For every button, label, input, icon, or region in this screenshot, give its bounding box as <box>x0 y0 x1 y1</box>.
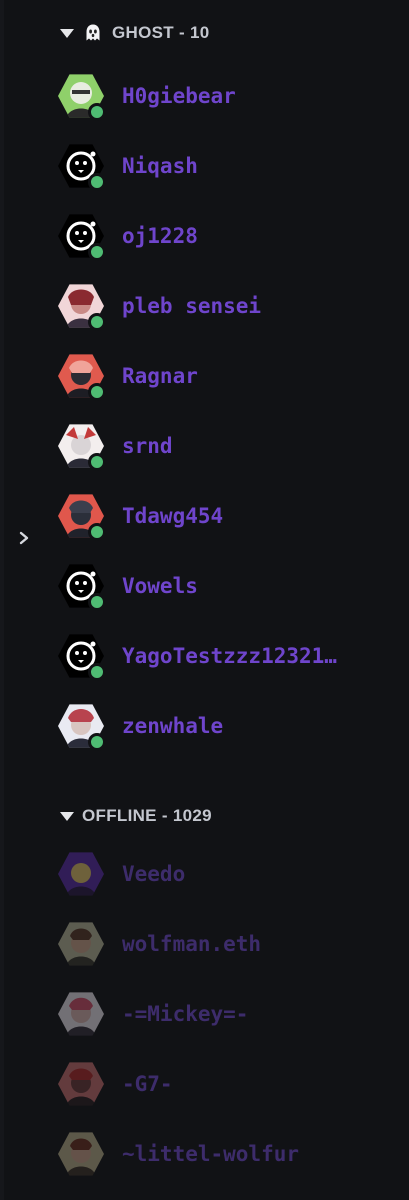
panel-divider <box>0 0 4 1200</box>
avatar <box>58 493 106 541</box>
avatar <box>58 213 106 261</box>
member-item[interactable]: srnd <box>58 418 398 474</box>
online-status-dot <box>88 733 106 751</box>
member-name: pleb sensei <box>122 294 262 318</box>
expand-chevron-icon[interactable] <box>14 528 34 548</box>
member-item[interactable]: wolfman.eth <box>58 916 398 972</box>
member-name: -=Mickey=- <box>122 1002 249 1026</box>
avatar <box>58 423 106 471</box>
member-name: oj1228 <box>122 224 198 248</box>
member-name: YagoTestzzz12321… <box>122 644 337 668</box>
avatar <box>58 1061 104 1107</box>
section-header-ghost[interactable]: GHOST - 10 <box>60 22 209 44</box>
caret-down-icon <box>60 811 74 821</box>
avatar <box>58 703 106 751</box>
ghost-icon <box>82 22 104 44</box>
online-status-dot <box>88 173 106 191</box>
avatar <box>58 353 106 401</box>
member-item[interactable]: ~littel-wolfur <box>58 1126 398 1182</box>
member-item[interactable]: zenwhale <box>58 698 398 754</box>
section-title: GHOST - 10 <box>112 23 210 42</box>
member-name: Vowels <box>122 574 198 598</box>
member-item[interactable]: Ragnar <box>58 348 398 404</box>
online-status-dot <box>88 593 106 611</box>
member-item[interactable]: oj1228 <box>58 208 398 264</box>
member-name: H0giebear <box>122 84 236 108</box>
avatar <box>58 563 106 611</box>
avatar <box>58 143 106 191</box>
avatar <box>58 1131 104 1177</box>
member-item[interactable]: Tdawg454 <box>58 488 398 544</box>
member-item[interactable]: -G7- <box>58 1056 398 1112</box>
avatar <box>58 991 104 1037</box>
online-status-dot <box>88 523 106 541</box>
member-name: Ragnar <box>122 364 198 388</box>
avatar <box>58 73 106 121</box>
avatar <box>58 851 104 897</box>
section-header-offline[interactable]: OFFLINE - 1029 <box>60 806 212 826</box>
member-item[interactable]: pleb sensei <box>58 278 398 334</box>
member-item[interactable]: YagoTestzzz12321… <box>58 628 398 684</box>
member-name: ~littel-wolfur <box>122 1142 300 1166</box>
section-title: OFFLINE - 1029 <box>82 806 212 825</box>
online-status-dot <box>88 243 106 261</box>
avatar <box>58 633 106 681</box>
member-item[interactable]: Veedo <box>58 846 398 902</box>
member-item[interactable]: H0giebear <box>58 68 398 124</box>
caret-down-icon <box>60 28 74 38</box>
member-name: srnd <box>122 434 173 458</box>
online-status-dot <box>88 313 106 331</box>
member-item[interactable]: Niqash <box>58 138 398 194</box>
member-name: Tdawg454 <box>122 504 224 528</box>
online-status-dot <box>88 383 106 401</box>
member-name: wolfman.eth <box>122 932 262 956</box>
member-item[interactable]: Vowels <box>58 558 398 614</box>
member-name: Veedo <box>122 862 186 886</box>
avatar <box>58 283 106 331</box>
member-name: zenwhale <box>122 714 224 738</box>
online-status-dot <box>88 663 106 681</box>
online-status-dot <box>88 103 106 121</box>
avatar <box>58 921 104 967</box>
member-item[interactable]: -=Mickey=- <box>58 986 398 1042</box>
member-name: -G7- <box>122 1072 173 1096</box>
member-name: Niqash <box>122 154 198 178</box>
online-status-dot <box>88 453 106 471</box>
member-list-panel: GHOST - 10 H0giebear Niqash oj1228 pleb … <box>0 0 409 1200</box>
